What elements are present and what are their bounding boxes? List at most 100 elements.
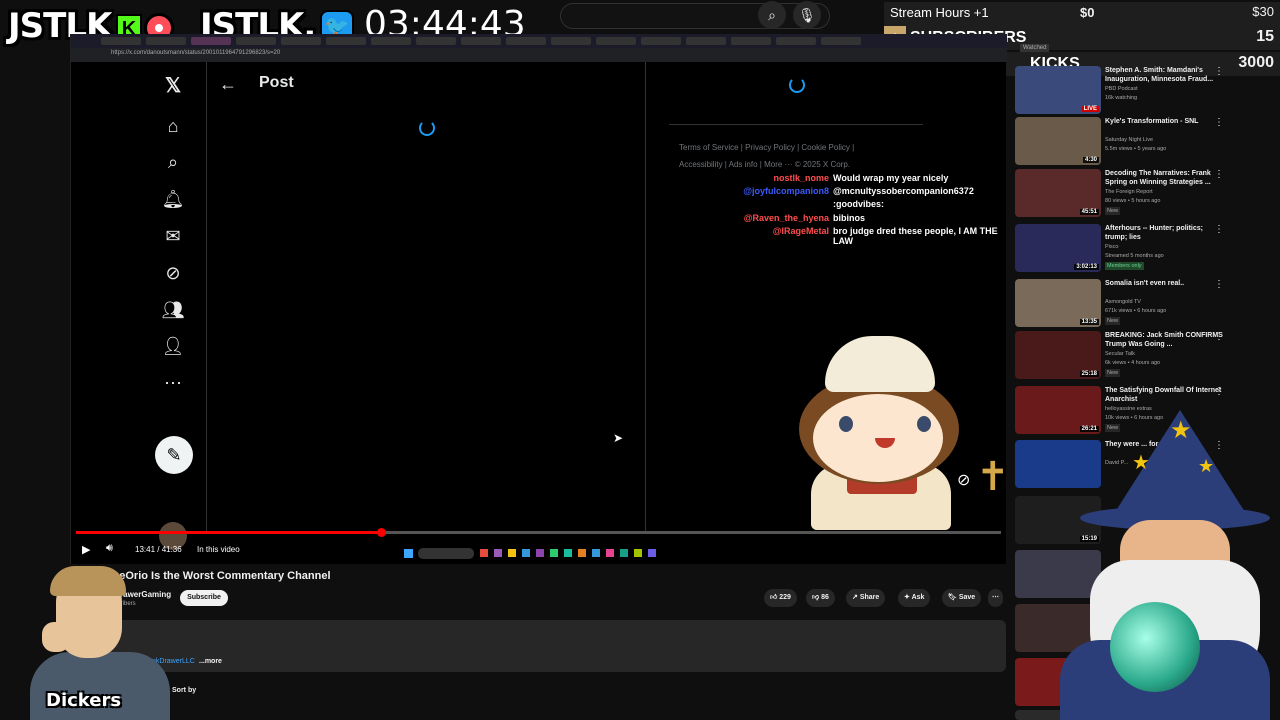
search-icon[interactable]: ⌕ bbox=[758, 1, 786, 29]
kebab-menu-icon[interactable]: ⋮ bbox=[1214, 331, 1224, 342]
browser-tab[interactable] bbox=[821, 37, 861, 45]
like-button[interactable]: 👍︎ 229 bbox=[764, 589, 797, 607]
kebab-menu-icon[interactable]: ⋮ bbox=[1214, 169, 1224, 180]
recommendation-title[interactable]: Afterhours -- Hunter; politics; trump; l… bbox=[1105, 224, 1223, 242]
kebab-menu-icon[interactable]: ⋮ bbox=[1214, 66, 1224, 77]
browser-tab[interactable] bbox=[101, 37, 141, 45]
kebab-menu-icon[interactable]: ⋮ bbox=[1214, 279, 1224, 290]
recommendation-title[interactable]: Decoding The Narratives: Frank Spring on… bbox=[1105, 169, 1223, 187]
recommendation-channel[interactable]: The Foreign Report bbox=[1105, 189, 1153, 195]
recommendation-item[interactable]: 3:02:13 Afterhours -- Hunter; politics; t… bbox=[1015, 224, 1273, 274]
explore-search-icon[interactable]: ⌕ bbox=[161, 150, 185, 174]
recommendation-title[interactable]: Somalia isn't even real.. bbox=[1105, 279, 1223, 288]
recommendation-channel[interactable]: Secular Talk bbox=[1105, 351, 1135, 357]
kebab-menu-icon[interactable]: ⋮ bbox=[1214, 224, 1224, 235]
recommendation-channel[interactable]: Pisco bbox=[1105, 244, 1118, 250]
recommendation-item[interactable]: 25:18 BREAKING: Jack Smith CONFIRMS Trump… bbox=[1015, 331, 1273, 381]
recommendation-channel[interactable]: PBD Podcast bbox=[1105, 86, 1138, 92]
kebab-menu-icon[interactable]: ⋮ bbox=[1214, 386, 1224, 397]
back-arrow-icon[interactable]: ← bbox=[219, 74, 237, 95]
browser-tab[interactable] bbox=[281, 37, 321, 45]
browser-tab[interactable] bbox=[506, 37, 546, 45]
youtube-search-input[interactable] bbox=[560, 3, 830, 29]
taskbar-app-icon[interactable] bbox=[494, 549, 502, 557]
taskbar-app-icon[interactable] bbox=[564, 549, 572, 557]
more-circle-icon[interactable]: ⋯ bbox=[161, 371, 185, 395]
browser-tab[interactable] bbox=[776, 37, 816, 45]
save-button[interactable]: 🔖︎ Save bbox=[942, 589, 982, 607]
browser-address-bar[interactable]: https://x.com/danoutsmann/status/2001011… bbox=[71, 48, 1007, 62]
save-label: Save bbox=[958, 594, 976, 601]
recommendation-title[interactable]: Kyle's Transformation - SNL bbox=[1105, 117, 1223, 126]
loading-spinner-icon bbox=[789, 77, 805, 93]
chibi-avatar-illustration bbox=[791, 334, 961, 530]
video-thumbnail[interactable]: 45:51 bbox=[1015, 169, 1101, 217]
recommendation-badge: New bbox=[1105, 369, 1121, 377]
taskbar-app-icon[interactable] bbox=[578, 549, 586, 557]
recommendation-item[interactable]: 4:30 Kyle's Transformation - SNL Saturday … bbox=[1015, 117, 1273, 167]
windows-start-icon[interactable] bbox=[404, 549, 413, 558]
grok-icon[interactable]: ⊘ bbox=[161, 261, 185, 285]
browser-tab[interactable] bbox=[461, 37, 501, 45]
taskbar-search-input[interactable] bbox=[418, 548, 474, 559]
taskbar-app-icon[interactable] bbox=[522, 549, 530, 557]
recommendation-meta: 6k views • 4 hours ago bbox=[1105, 360, 1161, 366]
video-thumbnail[interactable]: LIVE bbox=[1015, 66, 1101, 114]
more-actions-button[interactable]: ⋯ bbox=[988, 589, 1003, 607]
taskbar-app-icon[interactable] bbox=[592, 549, 600, 557]
ask-button[interactable]: ✦ Ask bbox=[898, 589, 931, 607]
browser-tab[interactable] bbox=[191, 37, 231, 45]
home-icon[interactable]: ⌂ bbox=[161, 114, 185, 138]
browser-tab[interactable] bbox=[326, 37, 366, 45]
browser-tab[interactable] bbox=[371, 37, 411, 45]
volume-icon[interactable]: 🔊︎ bbox=[106, 542, 113, 555]
chat-message: :goodvibes: bbox=[833, 199, 884, 209]
browser-tab[interactable] bbox=[686, 37, 726, 45]
browser-tab[interactable] bbox=[596, 37, 636, 45]
taskbar-app-icon[interactable] bbox=[634, 549, 642, 557]
video-thumbnail[interactable]: 4:30 bbox=[1015, 117, 1101, 165]
taskbar-app-icon[interactable] bbox=[620, 549, 628, 557]
recommendation-item[interactable]: LIVE Stephen A. Smith: Mamdani's Inaugura… bbox=[1015, 66, 1273, 116]
share-button[interactable]: ↗ Share bbox=[846, 589, 886, 607]
comments-sort-button[interactable]: Sort by bbox=[172, 687, 196, 694]
recommendation-channel[interactable]: Saturday Night Live bbox=[1105, 137, 1153, 143]
microphone-icon[interactable]: 🎙 bbox=[793, 1, 821, 29]
recommendation-title[interactable]: Stephen A. Smith: Mamdani's Inauguration… bbox=[1105, 66, 1223, 84]
taskbar-app-icon[interactable] bbox=[536, 549, 544, 557]
taskbar-app-icon[interactable] bbox=[606, 549, 614, 557]
browser-tab[interactable] bbox=[236, 37, 276, 45]
taskbar-app-icon[interactable] bbox=[648, 549, 656, 557]
description-more-button[interactable]: ...more bbox=[199, 658, 222, 665]
communities-icon[interactable]: 👥︎ bbox=[161, 298, 185, 322]
kebab-menu-icon[interactable]: ⋮ bbox=[1214, 117, 1224, 128]
recommendation-item[interactable]: 13:35 Somalia isn't even real.. Asmongold … bbox=[1015, 279, 1273, 329]
windows-taskbar bbox=[400, 547, 680, 561]
browser-tab[interactable] bbox=[416, 37, 456, 45]
recommendation-channel[interactable]: Asmongold TV bbox=[1105, 299, 1141, 305]
compose-post-button[interactable]: ✎ bbox=[155, 436, 193, 474]
footer-links-line1[interactable]: Terms of Service | Privacy Policy | Cook… bbox=[679, 143, 854, 152]
browser-tab[interactable] bbox=[551, 37, 591, 45]
taskbar-app-icon[interactable] bbox=[550, 549, 558, 557]
messages-envelope-icon[interactable]: ✉ bbox=[161, 224, 185, 248]
chapter-button[interactable]: In this video bbox=[197, 545, 240, 554]
x-logo-icon[interactable]: 𝕏 bbox=[161, 74, 185, 98]
video-thumbnail[interactable]: 25:18 bbox=[1015, 331, 1101, 379]
profile-icon[interactable]: 👤︎ bbox=[161, 334, 185, 358]
recommendation-title[interactable]: The Satisfying Downfall Of Internet Anar… bbox=[1105, 386, 1223, 404]
browser-tab[interactable] bbox=[146, 37, 186, 45]
recommendation-title[interactable]: BREAKING: Jack Smith CONFIRMS Trump Was … bbox=[1105, 331, 1223, 349]
dislike-button[interactable]: 👎︎ 86 bbox=[806, 589, 835, 607]
subscribe-button[interactable]: Subscribe bbox=[180, 590, 228, 606]
recommendation-item[interactable]: 45:51 Decoding The Narratives: Frank Spri… bbox=[1015, 169, 1273, 219]
footer-links-line2[interactable]: Accessibility | Ads info | More ··· © 20… bbox=[679, 160, 850, 169]
play-icon[interactable]: ▶ bbox=[82, 543, 90, 556]
taskbar-app-icon[interactable] bbox=[480, 549, 488, 557]
video-thumbnail[interactable]: 3:02:13 bbox=[1015, 224, 1101, 272]
video-thumbnail[interactable]: 13:35 bbox=[1015, 279, 1101, 327]
browser-tab[interactable] bbox=[641, 37, 681, 45]
taskbar-app-icon[interactable] bbox=[508, 549, 516, 557]
browser-tab[interactable] bbox=[731, 37, 771, 45]
notifications-bell-icon[interactable]: 🔔︎ bbox=[161, 187, 185, 211]
